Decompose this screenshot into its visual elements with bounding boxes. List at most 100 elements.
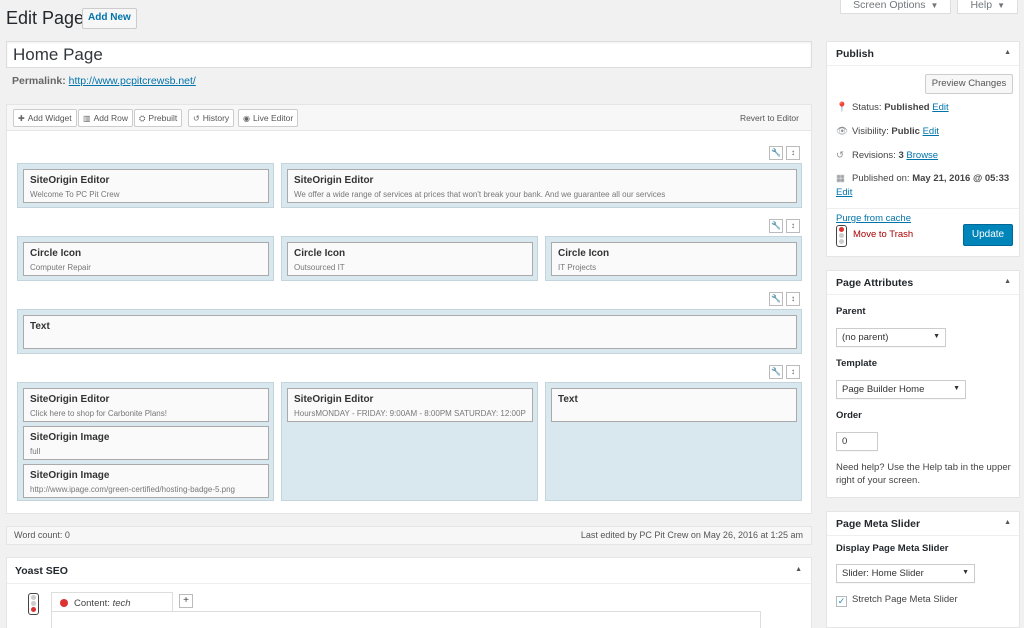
help-button[interactable]: Help ▼ — [957, 0, 1018, 14]
widget-circle-icon[interactable]: Circle Icon IT Projects — [551, 242, 797, 276]
row-move-handle-icon[interactable]: ↕ — [786, 292, 800, 306]
word-count: Word count: 0 — [14, 530, 70, 540]
post-title-input[interactable]: Home Page — [6, 41, 812, 68]
yoast-header[interactable]: Yoast SEO — [7, 558, 811, 584]
meta-slider-header[interactable]: Page Meta Slider ▲ — [827, 512, 1019, 536]
add-widget-label: Add Widget — [27, 113, 72, 123]
edit-status-link[interactable]: Edit — [932, 102, 948, 113]
widget-description: We offer a wide range of services at pri… — [294, 190, 666, 199]
publish-header[interactable]: Publish ▲ — [827, 42, 1019, 66]
widget-circle-icon[interactable]: Circle Icon Outsourced IT — [287, 242, 533, 276]
widget-text[interactable]: Text — [23, 315, 797, 349]
widget-title: SiteOrigin Image — [30, 470, 110, 481]
meta-slider-title: Page Meta Slider — [836, 518, 921, 530]
row-move-handle-icon[interactable]: ↕ — [786, 219, 800, 233]
revisions-line: ↺ Revisions: 3 Browse — [836, 150, 938, 161]
calendar-icon: ▦ — [836, 173, 845, 184]
status-label: Status: — [852, 102, 882, 113]
order-input[interactable]: 0 — [836, 432, 878, 451]
widget-description: Computer Repair — [30, 263, 91, 272]
widget-title: SiteOrigin Editor — [294, 175, 374, 186]
visibility-line: 👁 Visibility: Public Edit — [836, 126, 939, 137]
slider-select[interactable]: Slider: Home Slider ▼ — [836, 564, 975, 583]
template-select[interactable]: Page Builder Home ▼ — [836, 380, 966, 399]
widget-description: http://www.ipage.com/green-certified/hos… — [30, 485, 236, 494]
stretch-label: Stretch Page Meta Slider — [852, 594, 958, 605]
live-editor-label: Live Editor — [252, 113, 294, 123]
builder-toolbar: ✚ Add Widget ▥ Add Row ⛭ Prebuilt ↺ History … — [7, 105, 811, 131]
caret-down-icon: ▼ — [997, 1, 1005, 10]
add-row-label: Add Row — [93, 113, 129, 123]
row-edit-wrench-icon[interactable]: 🔧 — [769, 146, 783, 160]
row-edit-wrench-icon[interactable]: 🔧 — [769, 365, 783, 379]
permalink-link[interactable]: http://www.pcpitcrewsb.net/ — [69, 75, 196, 87]
purge-cache-link[interactable]: Purge from cache — [836, 213, 911, 224]
purge-line: Purge from cache — [836, 213, 911, 224]
row-edit-wrench-icon[interactable]: 🔧 — [769, 292, 783, 306]
page-meta-slider-box: Page Meta Slider ▲ Display Page Meta Slid… — [826, 511, 1020, 628]
row-edit-wrench-icon[interactable]: 🔧 — [769, 219, 783, 233]
widget-siteorigin-editor[interactable]: SiteOrigin Editor HoursMONDAY - FRIDAY: 9… — [287, 388, 533, 422]
history-button[interactable]: ↺ History — [188, 109, 235, 127]
browse-revisions-link[interactable]: Browse — [906, 150, 938, 161]
divider — [827, 208, 1019, 209]
widget-title: Circle Icon — [30, 248, 82, 259]
page-attributes-box: Page Attributes ▲ Parent (no parent) ▼ Tem… — [826, 270, 1020, 498]
layout-icon: ⛭ — [139, 114, 146, 123]
collapse-arrow-icon[interactable]: ▲ — [1004, 519, 1011, 526]
row1-cell2: SiteOrigin Editor We offer a wide range o… — [281, 163, 802, 208]
preview-changes-button[interactable]: Preview Changes — [925, 74, 1013, 94]
widget-title: SiteOrigin Editor — [30, 175, 110, 186]
publish-box: Publish ▲ Preview Changes 📍 Status: Publis… — [826, 41, 1020, 257]
columns-icon: ▥ — [83, 114, 91, 123]
widget-title: SiteOrigin Editor — [294, 394, 374, 405]
add-new-button[interactable]: Add New — [82, 8, 137, 29]
add-row-button[interactable]: ▥ Add Row — [78, 109, 134, 127]
widget-title: Circle Icon — [294, 248, 346, 259]
widget-description: IT Projects — [558, 263, 597, 272]
row-move-handle-icon[interactable]: ↕ — [786, 365, 800, 379]
widget-siteorigin-image[interactable]: SiteOrigin Image http://www.ipage.com/gre… — [23, 464, 269, 498]
edit-visibility-link[interactable]: Edit — [923, 126, 939, 137]
widget-title: SiteOrigin Editor — [30, 394, 110, 405]
status-line: 📍 Status: Published Edit — [836, 102, 949, 113]
plus-icon: ✚ — [18, 114, 25, 123]
yoast-title: Yoast SEO — [15, 565, 68, 577]
prebuilt-button[interactable]: ⛭ Prebuilt — [134, 109, 183, 127]
eye-icon: ◉ — [243, 114, 250, 123]
row4-cell2: SiteOrigin Editor HoursMONDAY - FRIDAY: 9… — [281, 382, 538, 501]
widget-circle-icon[interactable]: Circle Icon Computer Repair — [23, 242, 269, 276]
update-button[interactable]: Update — [963, 224, 1013, 246]
page-attributes-header[interactable]: Page Attributes ▲ — [827, 271, 1019, 295]
widget-siteorigin-editor[interactable]: SiteOrigin Editor We offer a wide range o… — [287, 169, 797, 203]
template-label: Template — [836, 358, 878, 369]
widget-siteorigin-editor[interactable]: SiteOrigin Editor Welcome To PC Pit Crew — [23, 169, 269, 203]
caret-down-icon: ▼ — [962, 569, 969, 576]
traffic-light-icon — [28, 593, 39, 615]
widget-title: Text — [558, 394, 578, 405]
widget-text[interactable]: Text — [551, 388, 797, 422]
collapse-arrow-icon[interactable]: ▲ — [1004, 49, 1011, 56]
revert-to-editor-link[interactable]: Revert to Editor — [740, 113, 799, 123]
template-value: Page Builder Home — [842, 384, 925, 395]
status-dot-icon — [60, 599, 68, 607]
row-move-handle-icon[interactable]: ↕ — [786, 146, 800, 160]
move-to-trash-link[interactable]: Move to Trash — [853, 229, 913, 240]
collapse-arrow-icon[interactable]: ▲ — [795, 566, 802, 573]
edit-date-link[interactable]: Edit — [836, 187, 852, 198]
page-attributes-title: Page Attributes — [836, 277, 914, 289]
stretch-checkbox[interactable]: ✓ — [836, 596, 847, 607]
live-editor-button[interactable]: ◉ Live Editor — [238, 109, 299, 127]
screen-options-button[interactable]: Screen Options ▼ — [840, 0, 952, 14]
caret-down-icon: ▼ — [930, 1, 939, 10]
widget-siteorigin-editor[interactable]: SiteOrigin Editor Click here to shop for … — [23, 388, 269, 422]
add-keyword-button[interactable]: + — [179, 594, 193, 608]
visibility-value: Public — [891, 126, 920, 137]
widget-description: Click here to shop for Carbonite Plans! — [30, 409, 167, 418]
parent-select[interactable]: (no parent) ▼ — [836, 328, 946, 347]
add-widget-button[interactable]: ✚ Add Widget — [13, 109, 77, 127]
collapse-arrow-icon[interactable]: ▲ — [1004, 278, 1011, 285]
widget-siteorigin-image[interactable]: SiteOrigin Image full — [23, 426, 269, 460]
caret-down-icon: ▼ — [933, 333, 940, 340]
published-edit-line: Edit — [836, 187, 852, 198]
